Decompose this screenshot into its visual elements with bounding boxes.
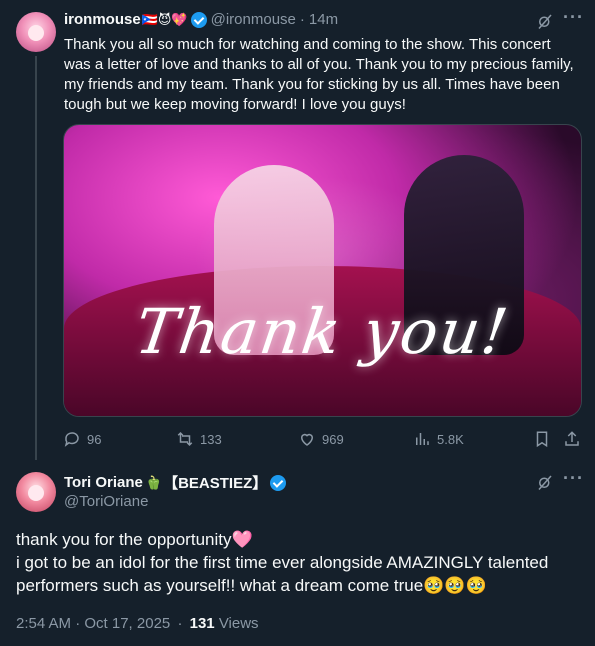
tweet2-name-emoji: 🫑 [145, 474, 163, 490]
more-icon[interactable]: ··· [563, 469, 584, 487]
like-icon [300, 433, 314, 446]
more-icon[interactable]: ··· [563, 8, 584, 26]
like-button[interactable]: 969 [298, 430, 344, 448]
grok-icon[interactable] [536, 473, 554, 494]
views-count: 5.8K [437, 431, 464, 447]
verified-badge-icon[interactable] [270, 474, 287, 491]
tweet2-timestamp[interactable]: 2:54 AM · Oct 17, 2025 [16, 615, 170, 632]
tweet2-name-suffix[interactable]: 【BEASTIEZ】 [163, 472, 267, 493]
repost-button[interactable]: 133 [176, 430, 222, 448]
like-count: 969 [322, 431, 344, 447]
tweet2-meta-separator: · [177, 615, 183, 632]
thread-connector-line [35, 56, 37, 460]
ironmouse-avatar[interactable] [16, 12, 56, 52]
tweet1-header: ironmouse 🇵🇷😈💖 @ironmouse · 14m [64, 11, 338, 28]
bookmark-button[interactable] [533, 430, 551, 448]
tweet1-media-image[interactable]: Thank you! [63, 124, 582, 417]
tweet2-views-count: 131 [189, 615, 215, 632]
grok-icon[interactable] [536, 12, 554, 33]
share-icon [565, 431, 579, 446]
reply-icon [64, 432, 79, 447]
tweet1-text: Thank you all so much for watching and c… [64, 36, 574, 113]
tweet1-handle[interactable]: @ironmouse [211, 11, 296, 28]
tweet1-name-emojis: 🇵🇷😈💖 [141, 11, 188, 27]
media-thank-you-text: Thank you! [131, 295, 514, 368]
tweet2-handle[interactable]: @ToriOriane [64, 493, 148, 510]
reply-button[interactable]: 96 [63, 430, 101, 448]
share-button[interactable] [563, 430, 581, 448]
tweet2-text-line1: thank you for the opportunity🩷 [16, 530, 253, 549]
tweet2-text-line2: i got to be an idol for the first time e… [16, 553, 549, 595]
tweet1-action-bar: 96 133 969 5.8K [63, 430, 583, 450]
tweet1-display-name[interactable]: ironmouse [64, 11, 141, 28]
tweet2-meta: 2:54 AM · Oct 17, 2025 · 131 Views [16, 615, 259, 632]
tori-oriane-avatar[interactable] [16, 472, 56, 512]
tweet2-header: Tori Oriane 🫑 【BEASTIEZ】 [64, 472, 290, 493]
views-icon [416, 433, 429, 445]
tweet1-time[interactable]: 14m [309, 11, 338, 28]
bookmark-icon [536, 431, 548, 448]
reply-count: 96 [87, 431, 102, 447]
repost-icon [177, 431, 193, 447]
tweet1-separator: · [299, 11, 305, 28]
tweet2-display-name[interactable]: Tori Oriane [64, 474, 143, 491]
tweet2-views-label: Views [218, 615, 259, 632]
verified-badge-icon[interactable] [190, 11, 207, 28]
repost-count: 133 [200, 431, 222, 447]
views-button[interactable]: 5.8K [413, 430, 464, 448]
tweet2-text: thank you for the opportunity🩷 i got to … [16, 528, 581, 597]
